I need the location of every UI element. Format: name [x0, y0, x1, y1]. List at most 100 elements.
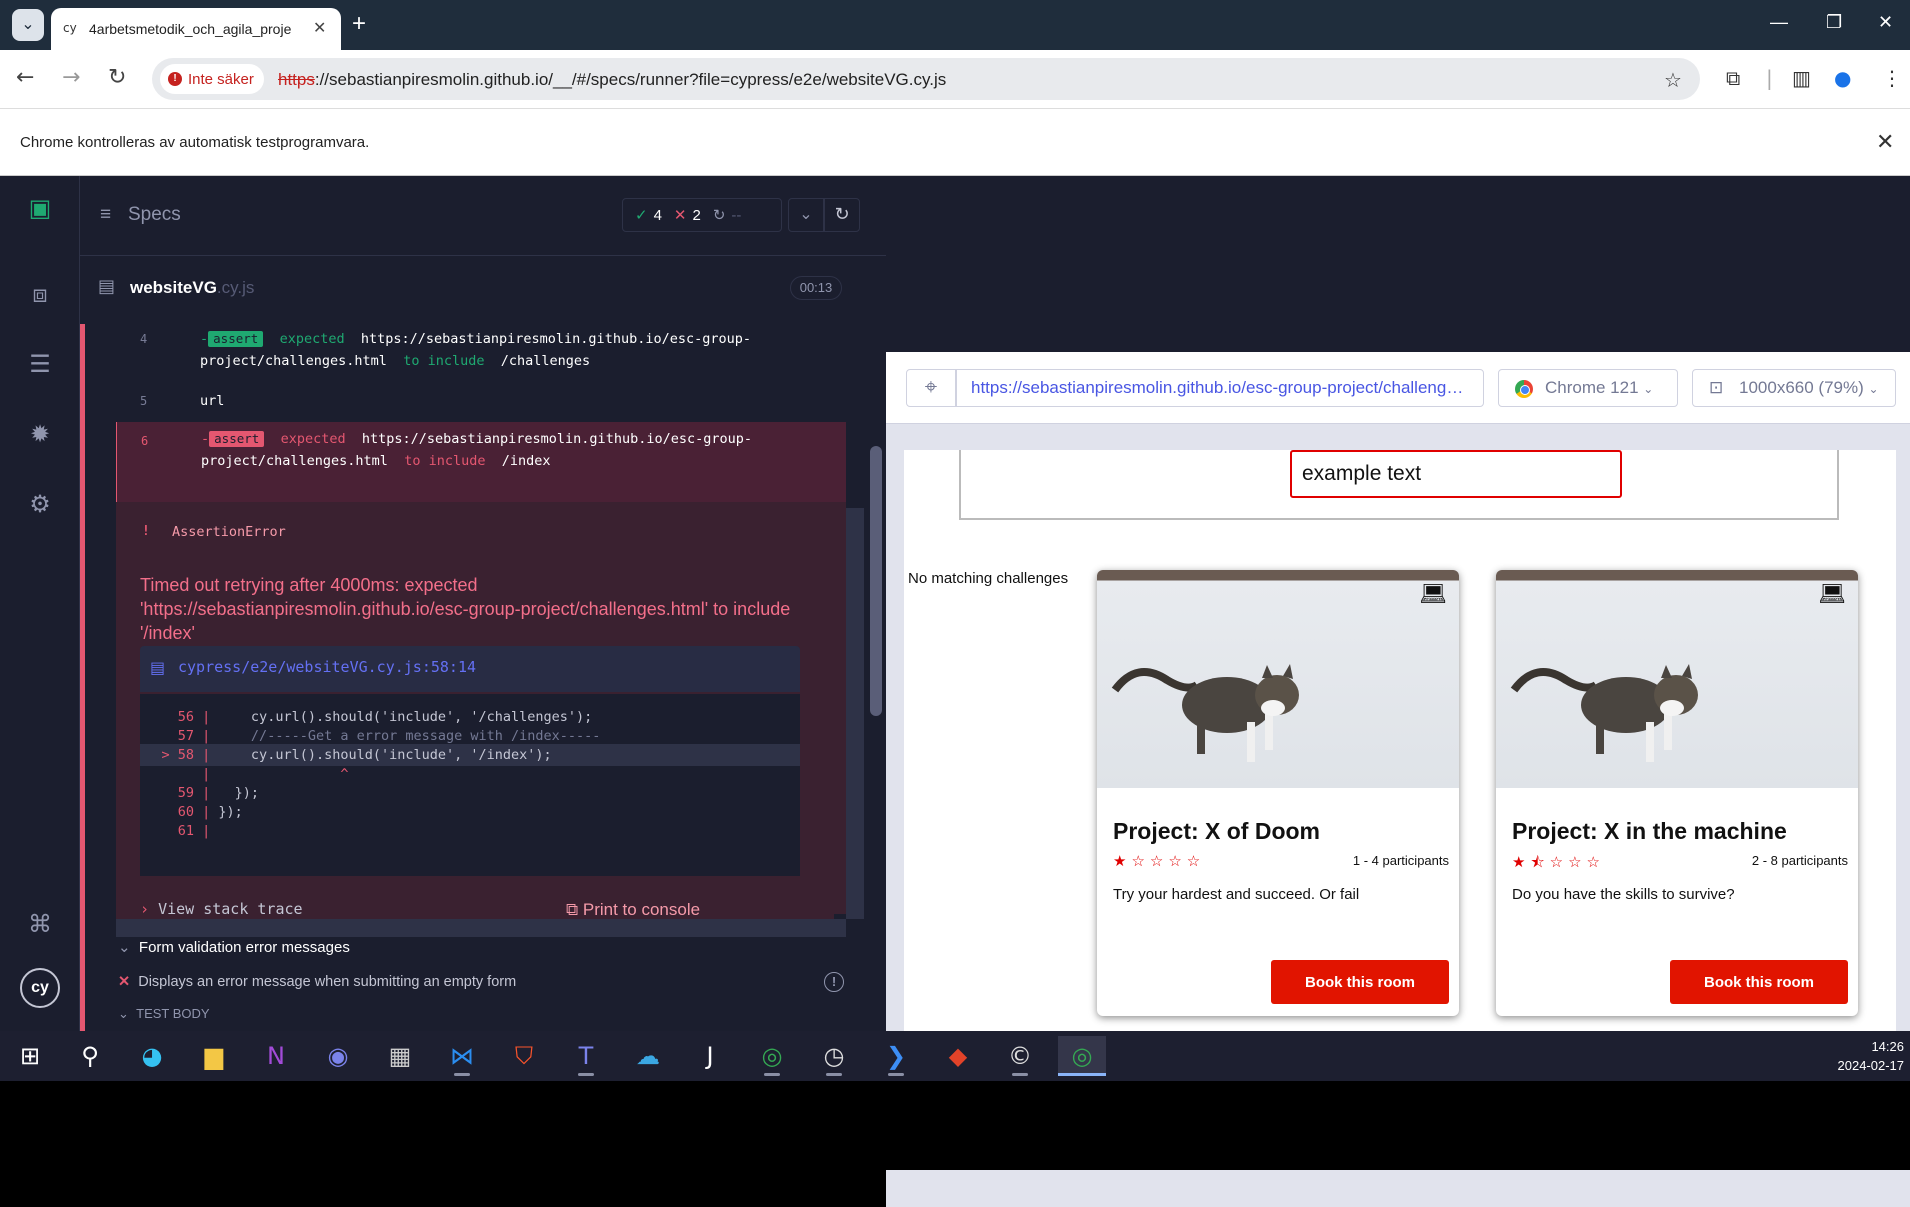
- teams-icon[interactable]: ◉: [314, 1036, 362, 1076]
- card-description: Do you have the skills to survive?: [1512, 886, 1735, 903]
- system-clock[interactable]: 14:26 2024-02-17: [1820, 1037, 1905, 1075]
- passed-icon: ✓: [635, 207, 648, 224]
- no-match-message: No matching challenges: [908, 570, 1069, 587]
- code-caret: ^: [218, 766, 349, 782]
- tab-close-icon[interactable]: ✕: [313, 18, 326, 38]
- code-frame-header[interactable]: ▤ cypress/e2e/websiteVG.cy.js:58:14: [140, 646, 800, 692]
- command-text: expected: [280, 431, 346, 447]
- command-value: /challenges: [500, 353, 591, 369]
- viewport-info[interactable]: ⊡ 1000x660 (79%) ⌄: [1692, 369, 1896, 407]
- browser-tab[interactable]: cy 4arbetsmetodik_och_agila_proje ✕: [51, 8, 341, 50]
- laptop-icon: 💻︎: [1818, 582, 1846, 607]
- code-line-text: //-----Get a error message with /index--…: [218, 728, 601, 744]
- git-tool-icon[interactable]: ◆: [934, 1036, 982, 1076]
- search-icon[interactable]: ⚲: [66, 1036, 114, 1076]
- info-icon[interactable]: !: [824, 972, 844, 992]
- debug-nav-icon[interactable]: ✹: [22, 416, 58, 452]
- selector-playground-icon[interactable]: ⌖: [906, 369, 956, 407]
- runs-nav-icon[interactable]: ☰: [22, 346, 58, 382]
- chrome-icon[interactable]: ◎: [748, 1036, 796, 1076]
- code-line-text: cy.url().should('include', '/index');: [218, 747, 552, 763]
- extensions-icon[interactable]: ⧉: [1726, 66, 1740, 90]
- code-frame: 56 | cy.url().should('include', '/challe…: [140, 694, 800, 876]
- failed-test-title[interactable]: ✕ Displays an error message when submitt…: [118, 974, 516, 990]
- address-bar[interactable]: ! Inte säker https://sebastianpiresmolin…: [152, 58, 1700, 100]
- search-input[interactable]: example text: [1290, 450, 1622, 498]
- back-icon[interactable]: ←: [16, 65, 34, 90]
- settings-nav-icon[interactable]: ⚙: [22, 486, 58, 522]
- suite-title[interactable]: ⌄ Form validation error messages: [118, 938, 350, 956]
- teams-work-icon[interactable]: T: [562, 1036, 610, 1076]
- command-number: 4: [140, 332, 148, 346]
- window-close-icon[interactable]: ✕: [1878, 12, 1893, 33]
- book-room-button[interactable]: Book this room: [1271, 960, 1449, 1004]
- spec-duration: 00:13: [790, 276, 842, 300]
- command-row[interactable]: 4 - assert expected https://sebastianpire…: [116, 324, 846, 384]
- command-text: to include: [404, 453, 486, 469]
- security-chip[interactable]: ! Inte säker: [160, 64, 264, 94]
- test-body-header[interactable]: ⌄ TEST BODY: [118, 1006, 210, 1022]
- toolbar-divider: |: [1766, 66, 1773, 90]
- specs-nav-icon[interactable]: ⧈: [22, 276, 58, 312]
- specs-label[interactable]: Specs: [128, 204, 181, 226]
- clock-app-icon[interactable]: ◷: [810, 1036, 858, 1076]
- code-frame-file[interactable]: cypress/e2e/websiteVG.cy.js:58:14: [178, 658, 476, 676]
- chevron-right-icon: ›: [140, 900, 150, 918]
- keyboard-shortcuts-icon[interactable]: ⌘: [22, 906, 58, 942]
- view-stack-trace-button[interactable]: › View stack trace: [140, 900, 303, 918]
- url-path: ://sebastianpiresmolin.github.io/__/#/sp…: [314, 70, 947, 89]
- chrome-active-icon[interactable]: ◎: [1058, 1036, 1106, 1076]
- aut-header: ⌖ https://sebastianpiresmolin.github.io/…: [886, 352, 1910, 424]
- command-row[interactable]: 5 url: [116, 386, 846, 420]
- chevron-down-icon: ⌄: [118, 1006, 129, 1021]
- error-message: Timed out retrying after 4000ms: expecte…: [140, 575, 791, 643]
- horizontal-scrollbar[interactable]: [116, 919, 846, 937]
- vscode-icon[interactable]: ⋈: [438, 1036, 486, 1076]
- command-value: project/challenges.html: [201, 453, 388, 469]
- spec-ext: .cy.js: [216, 278, 255, 297]
- specs-list-icon[interactable]: ≡: [100, 204, 111, 226]
- tab-search-chevron-icon[interactable]: ⌄: [12, 9, 44, 41]
- project-logo-icon[interactable]: ▣: [22, 190, 58, 226]
- command-prefix: -: [200, 331, 209, 347]
- new-tab-button[interactable]: +: [352, 10, 366, 38]
- calculator-icon[interactable]: ▦: [376, 1036, 424, 1076]
- powershell-icon[interactable]: ❯: [872, 1036, 920, 1076]
- windows-start-icon[interactable]: ⊞: [6, 1036, 54, 1076]
- browser-selector[interactable]: Chrome 121 ⌄: [1498, 369, 1678, 407]
- security-chip-label: Inte säker: [188, 70, 254, 88]
- cypress-taskbar-icon[interactable]: ©: [996, 1036, 1044, 1076]
- book-room-button[interactable]: Book this room: [1670, 960, 1848, 1004]
- tab-title: 4arbetsmetodik_och_agila_proje: [89, 21, 292, 37]
- bookmark-star-icon[interactable]: ☆: [1664, 68, 1682, 92]
- profile-avatar-icon[interactable]: ●: [1834, 66, 1851, 90]
- brave-icon[interactable]: ⛉: [500, 1036, 548, 1076]
- collapse-chevron-icon[interactable]: ⌄: [788, 198, 824, 232]
- forward-icon[interactable]: →: [62, 65, 80, 90]
- side-panel-icon[interactable]: ▥: [1792, 66, 1811, 90]
- cypress-logo-icon[interactable]: cy: [20, 968, 60, 1008]
- reporter-scrollbar[interactable]: [866, 256, 886, 1031]
- url-text[interactable]: https://sebastianpiresmolin.github.io/__…: [278, 70, 946, 90]
- challenge-card: 💻︎ Project: X in the machine ★⯪☆☆☆ 2 - 8…: [1496, 570, 1858, 1016]
- error-panel-scrollbar[interactable]: [846, 508, 864, 919]
- assert-tag: assert: [209, 431, 265, 447]
- scroll-thumb[interactable]: [870, 446, 882, 716]
- rerun-icon[interactable]: ↻: [824, 198, 860, 232]
- infobar-message: Chrome kontrolleras av automatisk testpr…: [20, 134, 370, 151]
- jetbrains-icon[interactable]: J: [686, 1036, 734, 1076]
- print-to-console-button[interactable]: ⧉ Print to console: [566, 900, 700, 920]
- failed-command-row[interactable]: 6 - assert expected https://sebastianpire…: [116, 422, 846, 502]
- edge-icon[interactable]: ◕: [128, 1036, 176, 1076]
- file-explorer-icon[interactable]: ▆: [190, 1036, 238, 1076]
- restore-icon[interactable]: ❐: [1826, 12, 1842, 33]
- onedrive-icon[interactable]: ☁: [624, 1036, 672, 1076]
- code-line-number: 61: [177, 823, 194, 839]
- cat-illustration: [1111, 664, 1299, 762]
- onenote-icon[interactable]: N: [252, 1036, 300, 1076]
- menu-kebab-icon[interactable]: ⋮: [1882, 66, 1902, 90]
- infobar-close-icon[interactable]: ✕: [1876, 129, 1894, 155]
- reload-icon[interactable]: ↻: [108, 65, 126, 90]
- minimize-icon[interactable]: —: [1770, 12, 1788, 33]
- aut-url[interactable]: https://sebastianpiresmolin.github.io/es…: [956, 369, 1484, 407]
